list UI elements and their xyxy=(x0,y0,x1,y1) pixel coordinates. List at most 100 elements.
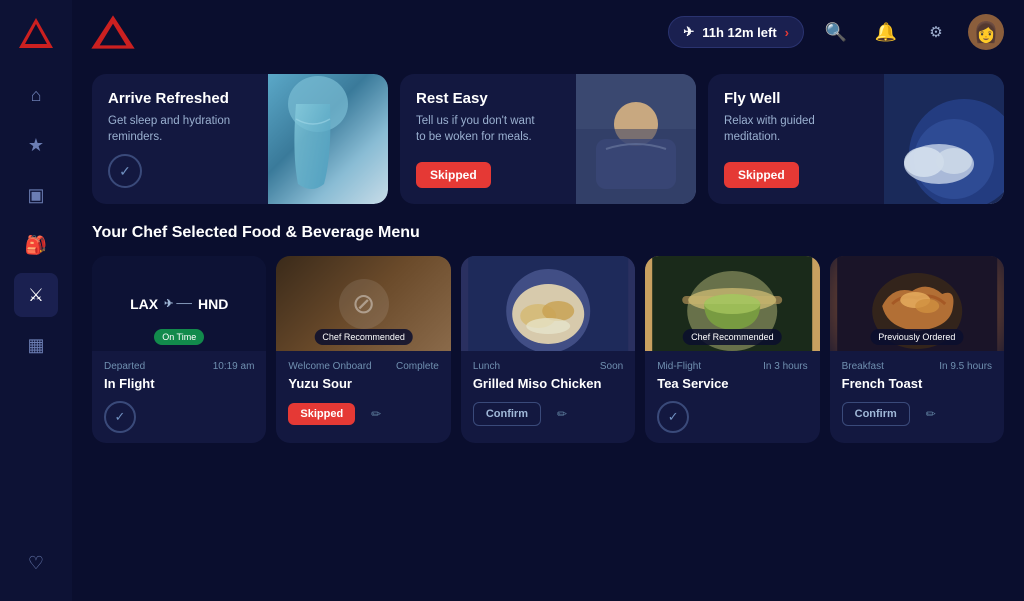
sidebar-item-bag[interactable]: 🎒 xyxy=(14,223,58,267)
french-toast-card: Previously Ordered Breakfast In 9.5 hour… xyxy=(830,256,1004,443)
rest-easy-skipped-button[interactable]: Skipped xyxy=(416,162,491,188)
toast-actions: Confirm ✏ xyxy=(842,401,992,427)
plane-icon: ✈ xyxy=(683,24,694,40)
route-card-meta: Departed 10:19 am xyxy=(104,361,254,372)
sidebar-item-tv[interactable]: ▣ xyxy=(14,173,58,217)
french-toast-image: Previously Ordered xyxy=(830,256,1004,351)
arrive-refreshed-card: Arrive Refreshed Get sleep and hydration… xyxy=(92,74,388,204)
fly-well-desc: Relax with guided meditation. xyxy=(724,113,854,145)
miso-chicken-card: Lunch Soon Grilled Miso Chicken Confirm … xyxy=(461,256,635,443)
toast-meta-left: Breakfast xyxy=(842,361,884,372)
yuzu-edit-button[interactable]: ✏ xyxy=(363,401,389,427)
search-icon: 🔍 xyxy=(825,22,847,43)
menu-cards-row: LAX ✈ ── HND On Time Departed 10:19 am I… xyxy=(92,256,1004,443)
route-from: LAX xyxy=(130,296,158,312)
bag-icon: 🎒 xyxy=(25,235,47,256)
chef-recommended-badge-yuzu: Chef Recommended xyxy=(314,329,413,345)
toast-confirm-button[interactable]: Confirm xyxy=(842,402,910,426)
flight-time-label: 11h 12m left xyxy=(702,25,776,40)
route-text: LAX ✈ ── HND xyxy=(130,296,228,312)
yuzu-actions: Skipped ✏ xyxy=(288,401,438,427)
toast-edit-button[interactable]: ✏ xyxy=(918,401,944,427)
miso-card-body: Lunch Soon Grilled Miso Chicken Confirm … xyxy=(461,351,635,437)
menu-section-title: Your Chef Selected Food & Beverage Menu xyxy=(92,224,1004,242)
on-time-badge: On Time xyxy=(154,329,204,345)
bell-icon: 🔔 xyxy=(875,22,897,43)
yuzu-item-name: Yuzu Sour xyxy=(288,376,438,391)
yuzu-sour-card: Chef Recommended Welcome Onboard Complet… xyxy=(276,256,450,443)
chevron-right-icon: › xyxy=(785,25,789,40)
sidebar-item-map[interactable]: ▦ xyxy=(14,323,58,367)
fly-well-skipped-button[interactable]: Skipped xyxy=(724,162,799,188)
yuzu-meta-right: Complete xyxy=(396,361,439,372)
tea-service-image: Chef Recommended xyxy=(645,256,819,351)
heart-icon: ♡ xyxy=(28,553,44,574)
settings-icon: ⚙ xyxy=(929,23,942,41)
fly-well-image xyxy=(884,74,1004,204)
tea-meta: Mid-Flight In 3 hours xyxy=(657,361,807,372)
tea-service-card: Chef Recommended Mid-Flight In 3 hours T… xyxy=(645,256,819,443)
rest-easy-desc: Tell us if you don't want to be woken fo… xyxy=(416,113,546,145)
feature-cards-row: Arrive Refreshed Get sleep and hydration… xyxy=(92,74,1004,204)
route-card-actions: ✓ xyxy=(104,401,254,433)
sleeping-person-image xyxy=(576,74,696,204)
sidebar-nav-bottom: ♡ xyxy=(14,541,58,585)
sidebar-nav-top: ⌂ ★ ▣ 🎒 ⚔ ▦ xyxy=(14,16,58,367)
yuzu-card-body: Welcome Onboard Complete Yuzu Sour Skipp… xyxy=(276,351,450,437)
header: ✈ 11h 12m left › 🔍 🔔 ⚙ 👩 xyxy=(72,0,1024,64)
header-right: ✈ 11h 12m left › 🔍 🔔 ⚙ 👩 xyxy=(668,14,1004,50)
sky-image xyxy=(884,74,1004,204)
yuzu-skipped-button[interactable]: Skipped xyxy=(288,403,355,425)
miso-meta-left: Lunch xyxy=(473,361,500,372)
tea-meta-right: In 3 hours xyxy=(763,361,807,372)
settings-button[interactable]: ⚙ xyxy=(918,14,954,50)
main-content: ✈ 11h 12m left › 🔍 🔔 ⚙ 👩 A xyxy=(72,0,1024,601)
miso-meta-right: Soon xyxy=(600,361,623,372)
search-button[interactable]: 🔍 xyxy=(818,14,854,50)
miso-actions: Confirm ✏ xyxy=(473,401,623,427)
tea-actions: ✓ xyxy=(657,401,807,433)
miso-edit-button[interactable]: ✏ xyxy=(549,401,575,427)
tea-meta-left: Mid-Flight xyxy=(657,361,701,372)
toast-card-body: Breakfast In 9.5 hours French Toast Conf… xyxy=(830,351,1004,437)
toast-item-name: French Toast xyxy=(842,376,992,391)
route-check-button[interactable]: ✓ xyxy=(104,401,136,433)
miso-confirm-button[interactable]: Confirm xyxy=(473,402,541,426)
no-image-indicator xyxy=(339,279,389,329)
miso-item-name: Grilled Miso Chicken xyxy=(473,376,623,391)
water-glass-image xyxy=(268,74,388,204)
meta-time-value: 10:19 am xyxy=(213,361,255,372)
flight-route-card: LAX ✈ ── HND On Time Departed 10:19 am I… xyxy=(92,256,266,443)
yuzu-meta: Welcome Onboard Complete xyxy=(288,361,438,372)
notifications-button[interactable]: 🔔 xyxy=(868,14,904,50)
arrive-refreshed-desc: Get sleep and hydration reminders. xyxy=(108,113,238,145)
yuzu-meta-left: Welcome Onboard xyxy=(288,361,371,372)
avatar-image: 👩 xyxy=(974,20,999,45)
user-avatar[interactable]: 👩 xyxy=(968,14,1004,50)
arrive-refreshed-check-button[interactable]: ✓ xyxy=(108,154,142,188)
menu-section: Your Chef Selected Food & Beverage Menu … xyxy=(92,224,1004,443)
previously-ordered-badge: Previously Ordered xyxy=(870,329,963,345)
sidebar-item-favorites[interactable]: ★ xyxy=(14,123,58,167)
star-icon: ★ xyxy=(28,135,44,156)
arrive-refreshed-image xyxy=(268,74,388,204)
miso-chicken-image xyxy=(461,256,635,351)
flight-time-button[interactable]: ✈ 11h 12m left › xyxy=(668,16,804,48)
tea-item-name: Tea Service xyxy=(657,376,807,391)
in-flight-label: In Flight xyxy=(104,376,254,391)
chef-recommended-badge-tea: Chef Recommended xyxy=(683,329,782,345)
yuzu-sour-image: Chef Recommended xyxy=(276,256,450,351)
sidebar-item-home[interactable]: ⌂ xyxy=(14,73,58,117)
rest-easy-card: Rest Easy Tell us if you don't want to b… xyxy=(400,74,696,204)
fly-well-card: Fly Well Relax with guided meditation. S… xyxy=(708,74,1004,204)
dining-icon: ⚔ xyxy=(28,285,44,306)
home-icon: ⌂ xyxy=(31,85,42,106)
sidebar-item-dining[interactable]: ⚔ xyxy=(14,273,58,317)
chicken-visual xyxy=(461,256,635,351)
rest-easy-image xyxy=(576,74,696,204)
sidebar: ⌂ ★ ▣ 🎒 ⚔ ▦ ♡ xyxy=(0,0,72,601)
sidebar-item-heart[interactable]: ♡ xyxy=(14,541,58,585)
route-to: HND xyxy=(198,296,228,312)
tea-check-button[interactable]: ✓ xyxy=(657,401,689,433)
tv-icon: ▣ xyxy=(27,185,44,206)
